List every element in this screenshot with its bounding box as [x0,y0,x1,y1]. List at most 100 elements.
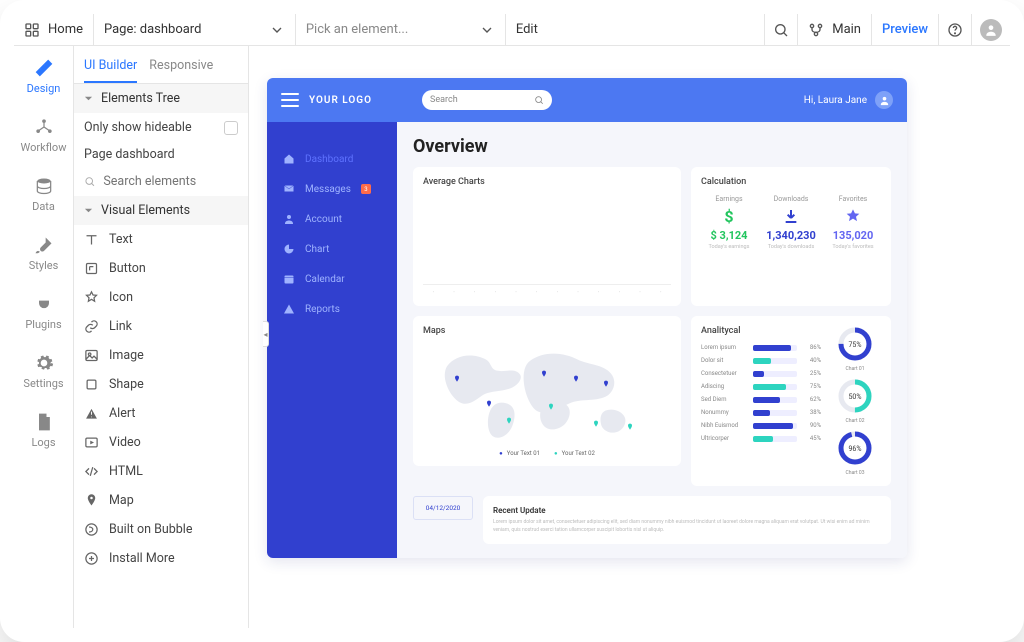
downloads-stat: Downloads 1,340,230 Today's downloads [763,195,819,250]
card-title: Average Charts [423,177,671,187]
design-canvas[interactable]: YOUR LOGO Search Hi, Laura Jane Dashboar… [249,46,1010,628]
element-icon[interactable]: Icon [74,283,248,312]
gear-icon [34,353,54,373]
search-placeholder: Search [430,95,458,105]
sidebar-item-calendar[interactable]: Calendar [267,264,397,294]
only-hideable-row[interactable]: Only show hideable [74,113,248,142]
elements-tree-toggle[interactable]: Elements Tree [74,84,248,113]
triangle-down-icon [84,94,93,103]
stat-value: 135,020 [825,229,881,242]
rail-plugins[interactable]: Plugins [14,282,73,341]
plug-icon [34,294,54,314]
greeting-text: Hi, Laura Jane [804,95,867,106]
user-avatar-icon [980,19,1002,41]
rail-label: Design [27,82,61,95]
element-video[interactable]: Video [74,428,248,457]
tab-ui-builder[interactable]: UI Builder [84,54,137,83]
account-menu[interactable] [972,14,1010,45]
analytical-card: Analitycal Lorem ipsum86%Dolor sit40%Con… [691,316,891,486]
stat-value: $ 3,124 [701,229,757,242]
element-label: Video [109,435,141,450]
ruler-icon [34,58,54,78]
element-text[interactable]: Text [74,225,248,254]
edit-menu[interactable]: Edit [506,14,765,45]
element-label: Icon [109,290,133,305]
help-icon [947,22,963,38]
notification-badge: 3 [361,184,371,194]
element-install[interactable]: Install More [74,544,248,573]
search-icon [84,175,95,188]
element-shape[interactable]: Shape [74,370,248,399]
panel-tabs: UI Builder Responsive [74,46,248,84]
chevron-down-icon [269,22,285,38]
donut-chart: 75%Chart 01 [829,326,881,372]
sidebar-item-messages[interactable]: Messages3 [267,174,397,204]
element-built[interactable]: Built on Bubble [74,515,248,544]
only-hideable-label: Only show hideable [84,120,192,135]
menu-icon[interactable] [281,93,299,107]
dashboard-header: YOUR LOGO Search Hi, Laura Jane [267,78,907,122]
stat-label: Favorites [825,195,881,203]
rail-styles[interactable]: Styles [14,223,73,282]
analytical-row: Ultricorper45% [701,435,821,442]
search-icon [534,95,544,105]
analytical-row: Lorem ipsum86% [701,344,821,351]
element-html[interactable]: HTML [74,457,248,486]
dashboard-search[interactable]: Search [422,90,552,110]
tab-responsive[interactable]: Responsive [149,54,213,83]
donut-charts: 75%Chart 0150%Chart 0296%Chart 03 [829,326,881,476]
panel-collapse-handle[interactable] [263,321,269,347]
sidebar-item-chart[interactable]: Chart [267,234,397,264]
world-map [423,344,671,444]
element-label: Alert [109,406,135,421]
stat-label: Earnings [701,195,757,203]
stat-sub: Today's earnings [701,244,757,250]
page-node[interactable]: Page dashboard [74,142,248,167]
dashboard-user[interactable]: Hi, Laura Jane [804,91,893,109]
element-link[interactable]: Link [74,312,248,341]
element-label: Map [109,493,134,508]
help-button[interactable] [939,14,972,45]
element-alert[interactable]: Alert [74,399,248,428]
bar-chart [423,195,671,285]
sidebar-item-reports[interactable]: Reports [267,294,397,324]
search-icon [773,22,789,38]
document-icon [34,412,54,432]
user-avatar-icon [875,91,893,109]
sidebar-item-account[interactable]: Account [267,204,397,234]
analytical-row: Consectetuer25% [701,370,821,377]
dollar-icon: $ [701,207,757,225]
rail-design[interactable]: Design [14,46,73,105]
sidebar-item-dashboard[interactable]: Dashboard [267,144,397,174]
rail-settings[interactable]: Settings [14,341,73,400]
visual-elements-toggle[interactable]: Visual Elements [74,196,248,225]
rail-logs[interactable]: Logs [14,400,73,459]
element-button[interactable]: Button [74,254,248,283]
overview-title: Overview [413,136,891,157]
earnings-stat: Earnings $ $ 3,124 Today's earnings [701,195,757,250]
element-label: Shape [109,377,144,392]
map-pin-icon [485,399,493,409]
rail-workflow[interactable]: Workflow [14,105,73,164]
elements-tree-label: Elements Tree [101,91,180,106]
search-button[interactable] [765,14,798,45]
only-hideable-checkbox[interactable] [224,121,238,135]
card-title: Calculation [701,177,881,187]
branch-selector[interactable]: Main [798,14,872,45]
workflow-icon [34,117,54,137]
preview-button[interactable]: Preview [872,14,939,45]
home-button[interactable]: Home [14,14,94,45]
element-label: Button [109,261,146,276]
rail-label: Workflow [21,141,67,154]
donut-chart: 96%Chart 03 [829,430,881,476]
search-elements-input[interactable] [103,174,238,189]
page-selector-label: Page: dashboard [104,22,201,37]
page-selector[interactable]: Page: dashboard [94,14,296,45]
element-picker[interactable]: Pick an element... [296,14,506,45]
database-icon [34,176,54,196]
rail-data[interactable]: Data [14,164,73,223]
visual-elements-label: Visual Elements [101,203,190,218]
element-label: Link [109,319,132,334]
element-map[interactable]: Map [74,486,248,515]
element-image[interactable]: Image [74,341,248,370]
